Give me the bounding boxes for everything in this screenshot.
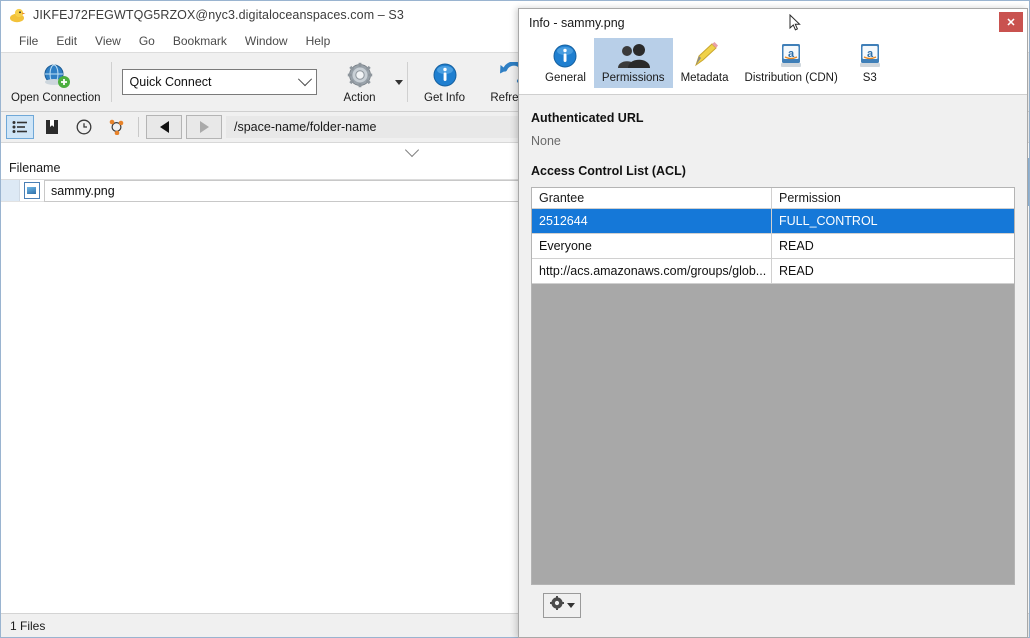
network-icon[interactable] bbox=[102, 115, 130, 139]
acl-grantee-cell[interactable]: Everyone bbox=[532, 234, 772, 258]
bookmark-icon[interactable] bbox=[38, 115, 66, 139]
table-row[interactable]: Everyone READ bbox=[532, 234, 1014, 259]
tab-permissions[interactable]: Permissions bbox=[593, 38, 673, 88]
tab-general-label: General bbox=[545, 72, 586, 84]
info-circle-icon bbox=[551, 41, 579, 71]
menu-go[interactable]: Go bbox=[130, 32, 164, 50]
menu-file[interactable]: File bbox=[10, 32, 47, 50]
tab-s3[interactable]: a S3 bbox=[846, 38, 894, 88]
list-view-icon[interactable] bbox=[6, 115, 34, 139]
acl-grantee-cell[interactable]: 2512644 bbox=[532, 209, 772, 233]
acl-permission-cell[interactable]: READ bbox=[772, 259, 1014, 283]
dialog-title: Info - sammy.png bbox=[529, 15, 625, 30]
acl-actions-button[interactable] bbox=[543, 593, 581, 618]
action-caret-down-icon[interactable] bbox=[394, 79, 403, 85]
menu-window[interactable]: Window bbox=[236, 32, 297, 50]
acl-permission-cell[interactable]: FULL_CONTROL bbox=[772, 209, 1014, 233]
menu-bookmark[interactable]: Bookmark bbox=[164, 32, 236, 50]
quick-connect-value: Quick Connect bbox=[129, 75, 212, 89]
acl-permission-cell[interactable]: READ bbox=[772, 234, 1014, 258]
acl-column-grantee: Grantee bbox=[532, 188, 772, 208]
globe-plus-icon bbox=[41, 60, 71, 90]
column-filename: Filename bbox=[9, 161, 61, 175]
screen: JIKFEJ72FEGWTQG5RZOX@nyc3.digitaloceansp… bbox=[0, 0, 1030, 638]
quick-connect-combobox[interactable]: Quick Connect bbox=[121, 69, 317, 95]
back-button[interactable] bbox=[146, 115, 182, 139]
tab-metadata-label: Metadata bbox=[680, 72, 729, 84]
arrow-left-icon bbox=[159, 121, 169, 133]
dialog-titlebar: Info - sammy.png ✕ bbox=[519, 9, 1027, 36]
tab-distribution-cdn[interactable]: a Distribution (CDN) bbox=[737, 38, 846, 88]
menu-help[interactable]: Help bbox=[297, 32, 340, 50]
authenticated-url-heading: Authenticated URL bbox=[531, 111, 644, 125]
table-row[interactable]: http://acs.amazonaws.com/groups/glob... … bbox=[532, 259, 1014, 284]
mouse-cursor bbox=[789, 13, 801, 32]
acl-table: Grantee Permission 2512644 FULL_CONTROL … bbox=[531, 187, 1015, 585]
tab-s3-label: S3 bbox=[862, 72, 877, 84]
menu-edit[interactable]: Edit bbox=[47, 32, 86, 50]
image-file-icon bbox=[20, 182, 44, 199]
acl-grantee-cell[interactable]: http://acs.amazonaws.com/groups/glob... bbox=[532, 259, 772, 283]
tab-general[interactable]: General bbox=[537, 38, 594, 88]
gear-icon bbox=[345, 60, 375, 90]
action-button[interactable]: Action bbox=[327, 54, 393, 110]
acl-heading: Access Control List (ACL) bbox=[531, 164, 686, 178]
chevron-down-icon bbox=[297, 72, 312, 87]
tab-distribution-label: Distribution (CDN) bbox=[744, 72, 838, 84]
gear-icon bbox=[549, 596, 564, 615]
open-connection-label: Open Connection bbox=[11, 92, 101, 104]
pencil-icon bbox=[690, 41, 720, 71]
navbar-divider bbox=[138, 117, 139, 137]
toolbar-divider-1 bbox=[110, 62, 112, 102]
file-count-label: 1 Files bbox=[10, 618, 46, 633]
info-dialog: Info - sammy.png ✕ General Permissions M… bbox=[518, 8, 1028, 638]
amazon-drive-icon: a bbox=[776, 41, 806, 71]
permissions-pane: Authenticated URL None Access Control Li… bbox=[519, 95, 1027, 618]
info-circle-icon bbox=[430, 60, 460, 90]
open-connection-button[interactable]: Open Connection bbox=[5, 54, 107, 110]
toolbar-divider-2 bbox=[406, 62, 408, 102]
table-row[interactable]: 2512644 FULL_CONTROL bbox=[532, 209, 1014, 234]
dialog-tabs: General Permissions Metadata a Distribut… bbox=[519, 36, 1027, 95]
rubber-duck-icon bbox=[8, 6, 26, 24]
get-info-button[interactable]: Get Info bbox=[412, 54, 478, 110]
clock-icon[interactable] bbox=[70, 115, 98, 139]
forward-button[interactable] bbox=[186, 115, 222, 139]
action-label: Action bbox=[343, 92, 376, 104]
row-gutter bbox=[1, 180, 20, 201]
close-icon[interactable]: ✕ bbox=[999, 12, 1023, 32]
users-icon bbox=[616, 41, 651, 71]
action-button-group[interactable]: Action bbox=[327, 54, 403, 110]
amazon-drive-icon: a bbox=[855, 41, 885, 71]
main-window-title: JIKFEJ72FEGWTQG5RZOX@nyc3.digitaloceansp… bbox=[33, 8, 404, 22]
chevron-down-icon[interactable] bbox=[404, 142, 420, 158]
authenticated-url-value: None bbox=[531, 134, 561, 148]
tab-permissions-label: Permissions bbox=[601, 72, 665, 84]
arrow-right-icon bbox=[199, 121, 209, 133]
get-info-label: Get Info bbox=[424, 92, 465, 104]
caret-down-icon bbox=[566, 603, 575, 608]
acl-header-row[interactable]: Grantee Permission bbox=[532, 188, 1014, 209]
dialog-footer bbox=[531, 585, 1015, 618]
acl-column-permission: Permission bbox=[779, 191, 841, 205]
menu-view[interactable]: View bbox=[86, 32, 130, 50]
tab-metadata[interactable]: Metadata bbox=[673, 38, 737, 88]
